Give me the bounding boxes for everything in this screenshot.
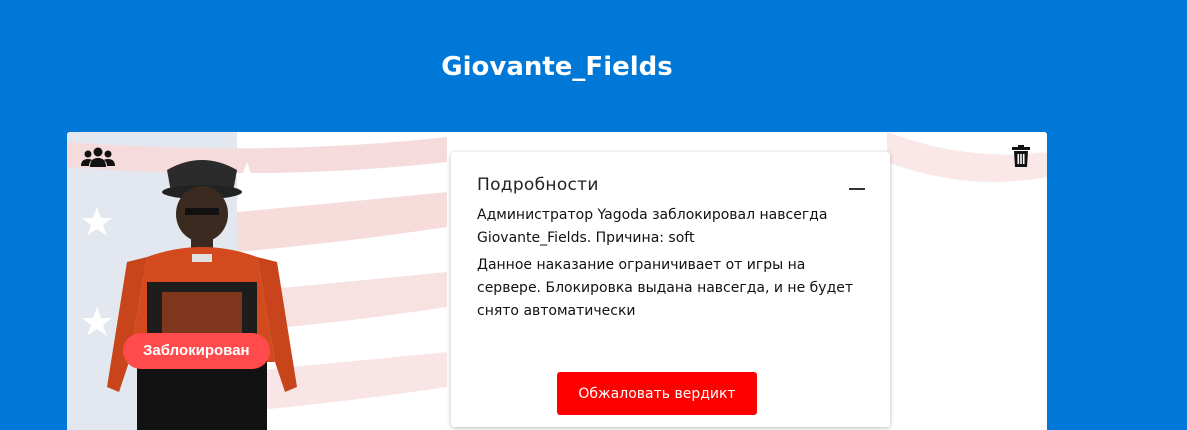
punishment-card: Заблокирован Подробности Администратор Y…	[67, 132, 1047, 430]
page: Giovante_Fields Заблокирован Подробности…	[0, 0, 1187, 430]
punishment-message: Администратор Yagoda заблокировал навсег…	[477, 207, 828, 246]
player-skin-image	[107, 160, 297, 430]
punishment-description: Данное наказание ограничивает от игры на…	[477, 257, 854, 319]
appeal-button[interactable]: Обжаловать вердикт	[557, 372, 757, 415]
minus-icon[interactable]	[849, 180, 866, 194]
details-panel: Подробности Администратор Yagoda заблоки…	[451, 152, 890, 427]
status-badge: Заблокирован	[123, 333, 270, 369]
details-title: Подробности	[477, 175, 599, 195]
player-name-title: Giovante_Fields	[441, 52, 673, 82]
trash-icon[interactable]	[1012, 145, 1030, 167]
